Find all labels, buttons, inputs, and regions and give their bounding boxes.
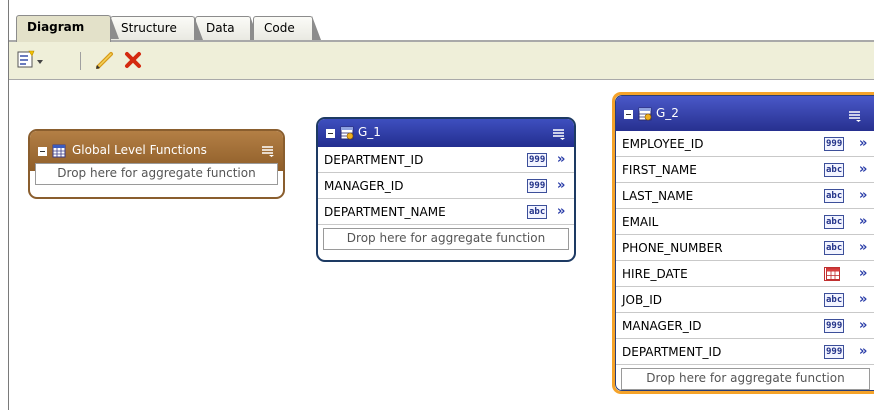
global-card-title: Global Level Functions: [72, 143, 207, 157]
field-name: EMAIL: [622, 215, 659, 229]
number-type-icon: 999: [824, 345, 845, 359]
field-row[interactable]: EMAIL abc »: [616, 209, 874, 235]
number-type-icon: 999: [824, 137, 845, 151]
text-type-icon: abc: [824, 241, 845, 255]
collapse-icon[interactable]: [624, 110, 633, 119]
expand-arrow-icon[interactable]: »: [859, 287, 867, 313]
new-element-dropdown-icon: [17, 50, 43, 68]
delete-x-icon: [125, 52, 141, 68]
number-type-icon: 999: [824, 319, 845, 333]
tab-structure[interactable]: Structure: [110, 16, 203, 40]
field-row[interactable]: HIRE_DATE »: [616, 261, 874, 287]
group-g2-card[interactable]: G_2 EMPLOYEE_ID 999» FIRST_NAME abc» LAST_NA…: [612, 92, 874, 394]
field-name: DEPARTMENT_NAME: [324, 205, 446, 219]
tab-diagram-label: Diagram: [27, 20, 85, 34]
g1-field-list: DEPARTMENT_ID 999» MANAGER_ID 999» DEPARTMEN…: [318, 147, 574, 225]
list-menu-icon[interactable]: [848, 110, 862, 122]
g2-field-list: EMPLOYEE_ID 999» FIRST_NAME abc» LAST_NAME ab…: [616, 131, 874, 365]
group-table-icon: [638, 107, 652, 121]
aggregate-drop-zone[interactable]: Drop here for aggregate function: [35, 163, 278, 185]
expand-arrow-icon[interactable]: »: [859, 313, 867, 339]
field-name: DEPARTMENT_ID: [324, 153, 424, 167]
expand-arrow-icon[interactable]: »: [859, 183, 867, 209]
field-row[interactable]: DEPARTMENT_NAME abc »: [318, 199, 574, 225]
tab-data[interactable]: Data: [195, 16, 259, 40]
collapse-icon[interactable]: [326, 129, 335, 138]
group-g1-card[interactable]: G_1 DEPARTMENT_ID 999» MANAGER_ID 999» DEPAR…: [316, 117, 576, 262]
field-name: FIRST_NAME: [622, 163, 697, 177]
toolbar: [9, 42, 874, 80]
expand-arrow-icon[interactable]: »: [859, 235, 867, 261]
tab-code-label: Code: [264, 21, 295, 35]
field-row[interactable]: FIRST_NAME abc »: [616, 157, 874, 183]
aggregate-drop-zone[interactable]: Drop here for aggregate function: [323, 228, 569, 250]
number-type-icon: 999: [527, 179, 548, 193]
text-type-icon: abc: [824, 215, 845, 229]
calculator-grid-icon: [52, 144, 66, 158]
field-name: DEPARTMENT_ID: [622, 345, 722, 359]
field-name: JOB_ID: [622, 293, 662, 307]
tab-diagram[interactable]: Diagram: [16, 15, 119, 42]
tab-code[interactable]: Code: [253, 16, 321, 40]
g2-card-title: G_2: [656, 106, 679, 120]
g1-card-header[interactable]: G_1: [318, 119, 574, 147]
field-row[interactable]: MANAGER_ID 999 »: [318, 173, 574, 199]
collapse-icon[interactable]: [38, 147, 47, 156]
tab-data-label: Data: [206, 21, 235, 35]
field-row[interactable]: DEPARTMENT_ID 999 »: [616, 339, 874, 365]
field-row[interactable]: PHONE_NUMBER abc »: [616, 235, 874, 261]
global-level-functions-card[interactable]: Global Level Functions Drop here for agg…: [28, 129, 285, 199]
field-name: LAST_NAME: [622, 189, 694, 203]
pencil-edit-icon: [96, 52, 113, 69]
delete-button[interactable]: [122, 49, 144, 71]
expand-arrow-icon[interactable]: »: [859, 209, 867, 235]
tab-structure-label: Structure: [121, 21, 177, 35]
edit-button[interactable]: [94, 49, 116, 71]
expand-arrow-icon[interactable]: »: [859, 157, 867, 183]
expand-arrow-icon[interactable]: »: [557, 173, 565, 199]
field-name: PHONE_NUMBER: [622, 241, 723, 255]
field-row[interactable]: EMPLOYEE_ID 999 »: [616, 131, 874, 157]
expand-arrow-icon[interactable]: »: [859, 339, 867, 365]
field-name: MANAGER_ID: [622, 319, 702, 333]
expand-arrow-icon[interactable]: »: [557, 147, 565, 173]
list-menu-icon[interactable]: [261, 145, 275, 157]
text-type-icon: abc: [824, 163, 845, 177]
aggregate-drop-zone[interactable]: Drop here for aggregate function: [621, 368, 870, 390]
field-name: HIRE_DATE: [622, 267, 688, 281]
field-name: MANAGER_ID: [324, 179, 404, 193]
toolbar-separator: [80, 52, 81, 70]
list-menu-icon[interactable]: [552, 128, 566, 140]
text-type-icon: abc: [824, 189, 845, 203]
text-type-icon: abc: [824, 293, 845, 307]
expand-arrow-icon[interactable]: »: [859, 261, 867, 287]
field-row[interactable]: MANAGER_ID 999 »: [616, 313, 874, 339]
new-element-button[interactable]: [15, 49, 49, 71]
field-row[interactable]: DEPARTMENT_ID 999 »: [318, 147, 574, 173]
expand-arrow-icon[interactable]: »: [557, 199, 565, 225]
field-row[interactable]: JOB_ID abc »: [616, 287, 874, 313]
g2-card-header[interactable]: G_2: [616, 96, 874, 131]
group-table-icon: [340, 126, 354, 140]
field-name: EMPLOYEE_ID: [622, 137, 704, 151]
g1-card-title: G_1: [358, 125, 381, 139]
text-type-icon: abc: [527, 205, 548, 219]
tab-bar: Diagram Structure Data Code: [9, 0, 874, 42]
date-type-icon: [824, 267, 840, 281]
field-row[interactable]: LAST_NAME abc »: [616, 183, 874, 209]
number-type-icon: 999: [527, 153, 548, 167]
expand-arrow-icon[interactable]: »: [859, 131, 867, 157]
